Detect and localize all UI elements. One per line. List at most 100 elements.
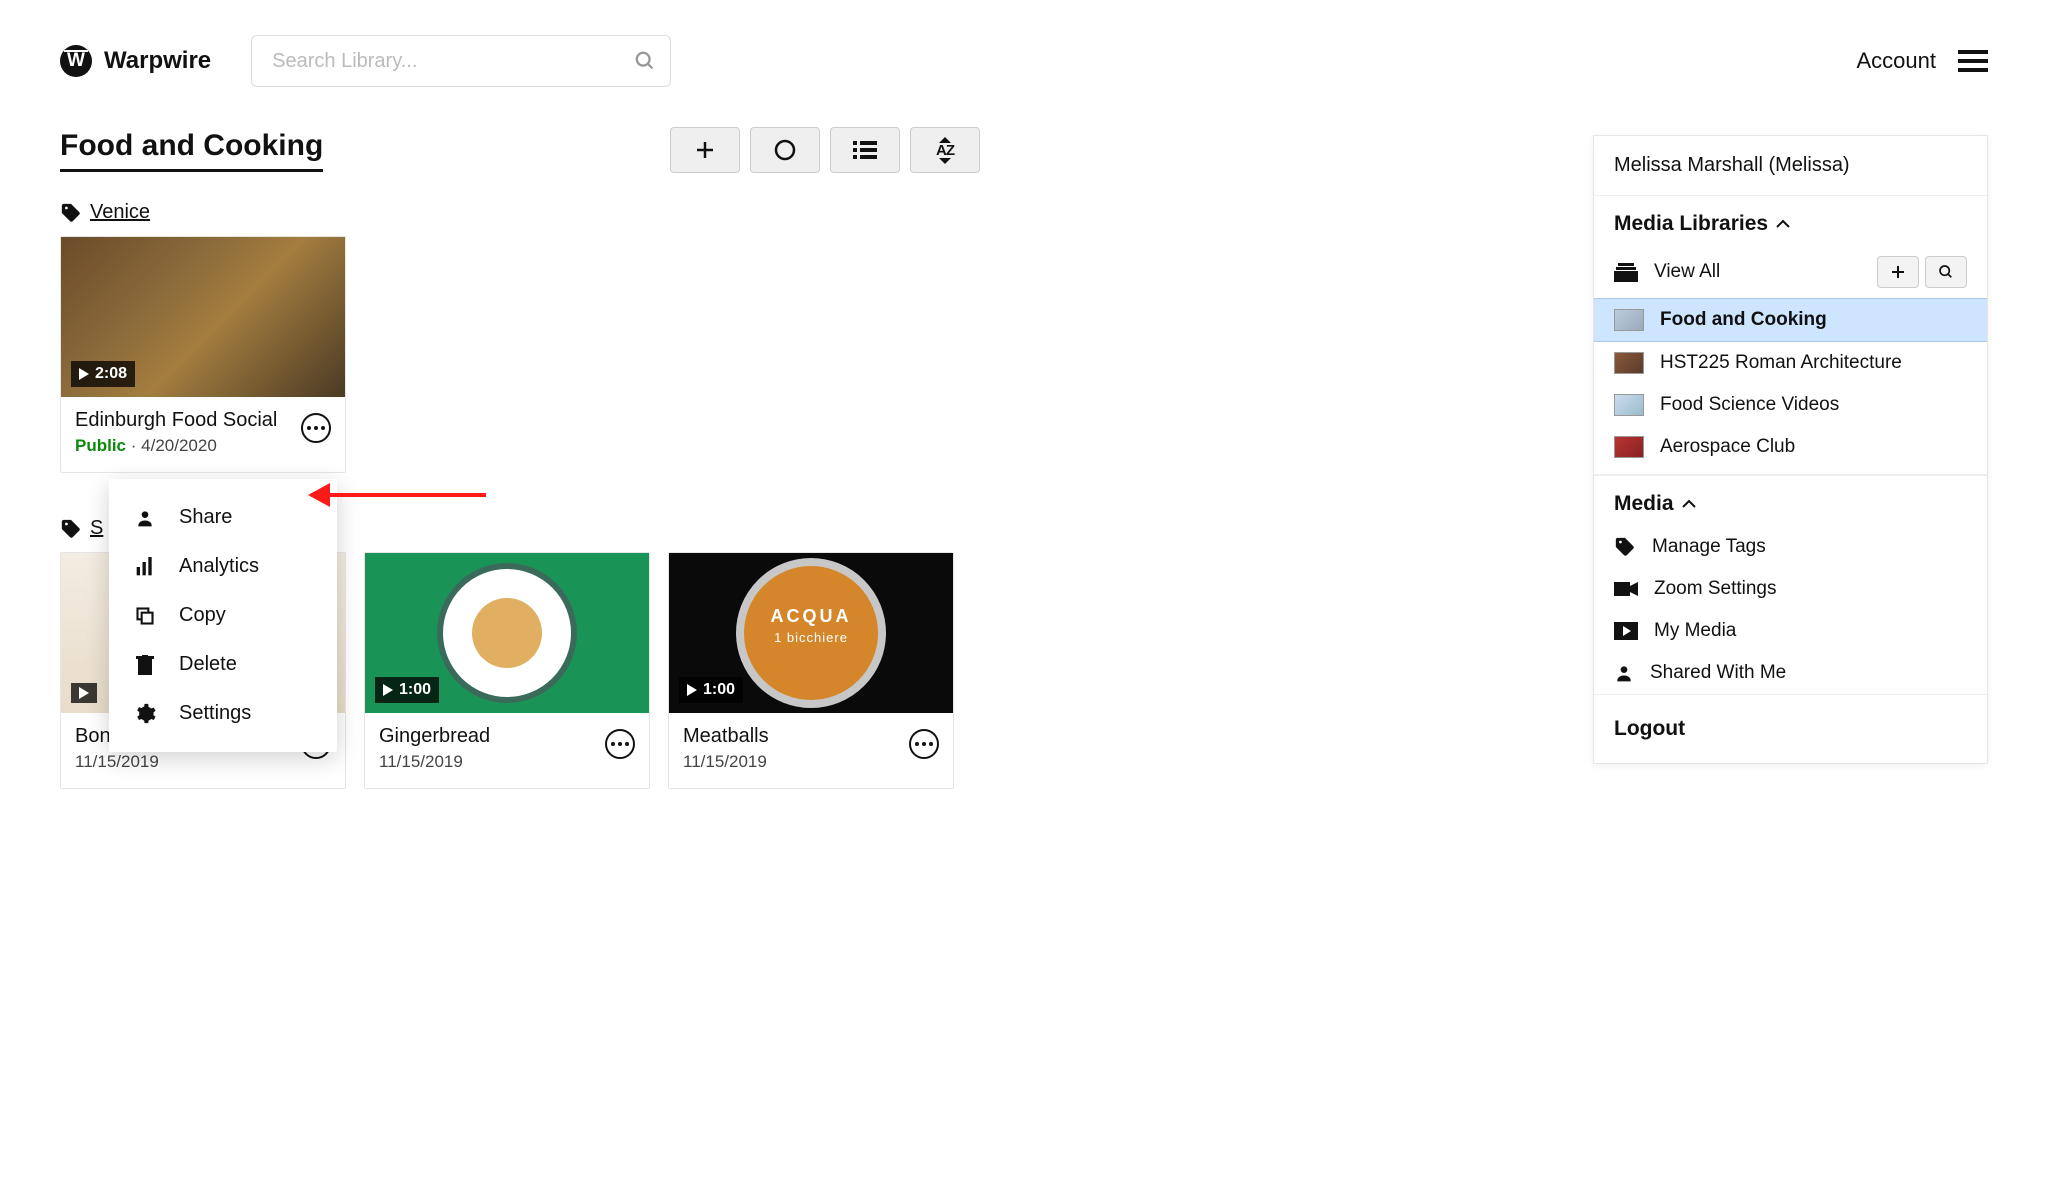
more-options-button[interactable]: [605, 729, 635, 759]
search-input[interactable]: [251, 35, 671, 87]
card-body: Meatballs 11/15/2019: [669, 713, 953, 788]
tag-icon: [60, 202, 82, 224]
toolbar-row: Food and Cooking AZ: [60, 127, 980, 173]
app-header: W Warpwire Account: [60, 35, 1988, 87]
tag-link-venice[interactable]: Venice: [90, 201, 150, 224]
sidebar-zoom-settings[interactable]: Zoom Settings: [1594, 568, 1987, 610]
account-link[interactable]: Account: [1857, 48, 1937, 74]
search-box: [251, 35, 671, 87]
dropdown-label: Analytics: [179, 555, 259, 578]
dropdown-label: Settings: [179, 702, 251, 725]
library-thumb: [1614, 436, 1644, 458]
add-library-button[interactable]: [1877, 256, 1919, 288]
card-thumbnail[interactable]: ACQUA 1 bicchiere 1:00: [669, 553, 953, 713]
duration-text: 1:00: [399, 681, 431, 699]
library-thumb: [1614, 394, 1644, 416]
card-title: Meatballs: [683, 725, 899, 748]
gear-icon: [133, 703, 157, 725]
card-meta: Public · 4/20/2020: [75, 436, 291, 456]
content: Venice 2:08 Edinburgh Food Social Public…: [60, 201, 990, 789]
list-view-button[interactable]: [830, 127, 900, 173]
play-icon: [1614, 622, 1638, 640]
visibility-label: Public: [75, 436, 126, 455]
media-card[interactable]: 2:08 Edinburgh Food Social Public · 4/20…: [60, 236, 346, 473]
sidebar-label: Food Science Videos: [1660, 394, 1839, 416]
sidebar-shared-with-me[interactable]: Shared With Me: [1594, 652, 1987, 694]
sidebar-my-media[interactable]: My Media: [1594, 610, 1987, 652]
sidebar-label: Shared With Me: [1650, 662, 1786, 684]
media-card[interactable]: ACQUA 1 bicchiere 1:00 Meatballs 11/15/2…: [668, 552, 954, 789]
sidebar-label: View All: [1654, 261, 1720, 283]
card-title: Gingerbread: [379, 725, 595, 748]
library-thumb: [1614, 309, 1644, 331]
library-actions: [1877, 256, 1967, 288]
duration-badge: 1:00: [375, 677, 439, 703]
library-thumb: [1614, 352, 1644, 374]
sidebar-label: Food and Cooking: [1660, 309, 1827, 331]
chevron-up-icon: [1776, 219, 1790, 229]
delete-option[interactable]: Delete: [109, 640, 337, 689]
sidebar-user: Melissa Marshall (Melissa): [1594, 136, 1987, 195]
card-thumbnail[interactable]: 1:00: [365, 553, 649, 713]
person-icon: [1614, 663, 1634, 683]
dropdown-label: Delete: [179, 653, 237, 676]
tag-icon: [1614, 536, 1636, 558]
copy-option[interactable]: Copy: [109, 591, 337, 640]
dropdown-label: Share: [179, 506, 232, 529]
card-date: 11/15/2019: [75, 752, 291, 772]
thumb-overlay-sub: 1 bicchiere: [744, 630, 878, 645]
share-option[interactable]: Share: [109, 493, 337, 542]
sidebar-label: My Media: [1654, 620, 1736, 642]
more-options-button[interactable]: [909, 729, 939, 759]
options-dropdown: Share Analytics Copy: [109, 479, 337, 752]
add-button[interactable]: [670, 127, 740, 173]
media-card[interactable]: 1:00 Gingerbread 11/15/2019: [364, 552, 650, 789]
sidebar-section-libraries[interactable]: Media Libraries: [1594, 195, 1987, 246]
brand-logo: W: [60, 45, 92, 77]
sidebar-view-all[interactable]: View All: [1594, 246, 1987, 298]
thumb-overlay-title: ACQUA: [744, 606, 878, 627]
card-date: 4/20/2020: [141, 436, 217, 455]
search-icon[interactable]: [634, 50, 656, 72]
duration-text: 2:08: [95, 365, 127, 383]
search-library-button[interactable]: [1925, 256, 1967, 288]
sidebar-label: Zoom Settings: [1654, 578, 1777, 600]
brand-name: Warpwire: [104, 47, 211, 75]
bar-chart-icon: [133, 557, 157, 577]
sidebar-manage-tags[interactable]: Manage Tags: [1594, 526, 1987, 568]
person-icon: [133, 508, 157, 528]
analytics-option[interactable]: Analytics: [109, 542, 337, 591]
card-body: Gingerbread 11/15/2019: [365, 713, 649, 788]
sidebar-library-item[interactable]: Food Science Videos: [1594, 384, 1987, 426]
sidebar-library-item[interactable]: HST225 Roman Architecture: [1594, 342, 1987, 384]
toolbar-buttons: AZ: [670, 127, 980, 173]
sidebar-section-media[interactable]: Media: [1594, 475, 1987, 526]
sidebar-label: Manage Tags: [1652, 536, 1766, 558]
brand-group: W Warpwire: [60, 45, 211, 77]
dropdown-label: Copy: [179, 604, 226, 627]
chevron-up-icon: [1682, 499, 1696, 509]
meta-separator: ·: [131, 436, 141, 455]
sidebar-logout[interactable]: Logout: [1594, 694, 1987, 763]
sidebar-label: Aerospace Club: [1660, 436, 1795, 458]
more-options-button[interactable]: [301, 413, 331, 443]
tag-icon: [60, 518, 82, 540]
annotation-arrow: [311, 493, 486, 497]
sidebar-library-item[interactable]: Aerospace Club: [1594, 426, 1987, 468]
card-thumbnail[interactable]: 2:08: [61, 237, 345, 397]
page-title: Food and Cooking: [60, 129, 323, 172]
copy-icon: [133, 606, 157, 626]
header-right: Account: [1857, 48, 1989, 74]
sort-button[interactable]: AZ: [910, 127, 980, 173]
record-button[interactable]: [750, 127, 820, 173]
settings-option[interactable]: Settings: [109, 689, 337, 738]
duration-text: 1:00: [703, 681, 735, 699]
sidebar-library-item[interactable]: Food and Cooking: [1594, 298, 1987, 342]
camera-icon: [1614, 581, 1638, 597]
section-label: Media Libraries: [1614, 212, 1768, 236]
menu-icon[interactable]: [1958, 50, 1988, 72]
section-label: Media: [1614, 492, 1674, 516]
duration-badge: 1:00: [679, 677, 743, 703]
tag-link-2[interactable]: S: [90, 517, 103, 540]
duration-badge: [71, 683, 97, 703]
